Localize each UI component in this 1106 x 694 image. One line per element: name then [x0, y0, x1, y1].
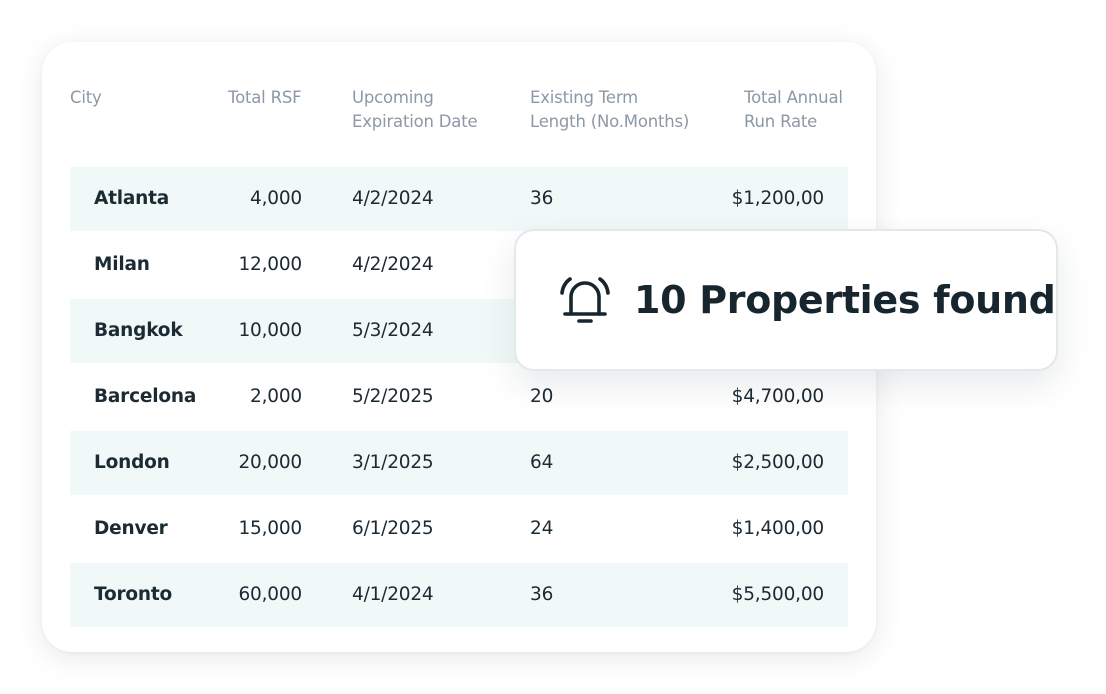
- column-header-run-rate-line1: Total Annual: [744, 88, 843, 107]
- column-header-term-line2: Length (No.Months): [530, 112, 690, 131]
- run-rate-cell: $1,200,00: [731, 188, 825, 209]
- column-header-run-rate[interactable]: Total Annual Run Rate: [744, 86, 843, 134]
- run-rate-cell: $4,700,00: [731, 386, 825, 407]
- city-cell: Toronto: [94, 584, 173, 605]
- expiration-date-cell: 6/1/2025: [352, 518, 434, 539]
- expiration-date-cell: 5/3/2024: [352, 320, 434, 341]
- run-rate-cell: $2,500,00: [731, 452, 825, 473]
- column-header-run-rate-line2: Run Rate: [744, 112, 818, 131]
- column-header-city-label: City: [70, 88, 102, 107]
- term-length-cell: 20: [530, 386, 554, 407]
- city-cell: Atlanta: [94, 188, 170, 209]
- total-rsf-cell: 60,000: [238, 584, 302, 605]
- term-length-cell: 64: [530, 452, 554, 473]
- expiration-date-cell: 5/2/2025: [352, 386, 434, 407]
- table-row[interactable]: Barcelona 2,000 5/2/2025 20 $4,700,00: [70, 365, 848, 429]
- total-rsf-cell: 4,000: [250, 188, 302, 209]
- column-header-total-rsf[interactable]: Total RSF: [228, 86, 302, 110]
- bell-icon: [560, 275, 610, 327]
- notification-message: 10 Properties found: [634, 278, 1056, 322]
- city-cell: Barcelona: [94, 386, 197, 407]
- table-row[interactable]: London 20,000 3/1/2025 64 $2,500,00: [70, 431, 848, 495]
- column-header-term-line1: Existing Term: [530, 88, 638, 107]
- column-header-expiration-date[interactable]: Upcoming Expiration Date: [352, 86, 478, 134]
- total-rsf-cell: 12,000: [238, 254, 302, 275]
- total-rsf-cell: 2,000: [250, 386, 302, 407]
- term-length-cell: 24: [530, 518, 554, 539]
- column-header-expiration-line1: Upcoming: [352, 88, 434, 107]
- city-cell: Denver: [94, 518, 168, 539]
- properties-found-notification[interactable]: 10 Properties found: [514, 229, 1058, 371]
- run-rate-cell: $1,400,00: [731, 518, 825, 539]
- total-rsf-cell: 10,000: [238, 320, 302, 341]
- city-cell: Bangkok: [94, 320, 183, 341]
- expiration-date-cell: 4/2/2024: [352, 254, 434, 275]
- expiration-date-cell: 4/1/2024: [352, 584, 434, 605]
- column-header-expiration-line2: Expiration Date: [352, 112, 478, 131]
- total-rsf-cell: 15,000: [238, 518, 302, 539]
- term-length-cell: 36: [530, 188, 554, 209]
- run-rate-cell: $5,500,00: [731, 584, 825, 605]
- city-cell: Milan: [94, 254, 150, 275]
- city-cell: London: [94, 452, 170, 473]
- table-row[interactable]: Denver 15,000 6/1/2025 24 $1,400,00: [70, 497, 848, 561]
- expiration-date-cell: 3/1/2025: [352, 452, 434, 473]
- total-rsf-cell: 20,000: [238, 452, 302, 473]
- expiration-date-cell: 4/2/2024: [352, 188, 434, 209]
- column-header-total-rsf-label: Total RSF: [228, 88, 302, 107]
- table-row[interactable]: Atlanta 4,000 4/2/2024 36 $1,200,00: [70, 167, 848, 231]
- term-length-cell: 36: [530, 584, 554, 605]
- table-row[interactable]: Toronto 60,000 4/1/2024 36 $5,500,00: [70, 563, 848, 627]
- column-header-term-length[interactable]: Existing Term Length (No.Months): [530, 86, 689, 134]
- column-header-city[interactable]: City: [70, 86, 102, 110]
